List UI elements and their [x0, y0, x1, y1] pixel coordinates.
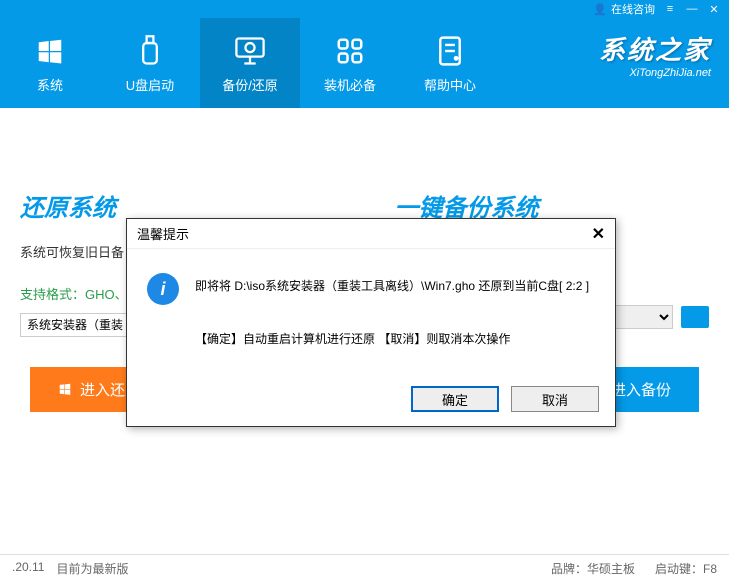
backup-icon [232, 33, 268, 69]
format-value: GHO、 [85, 287, 128, 302]
nav-system[interactable]: 系统 [0, 18, 100, 108]
menu-button[interactable]: ≡ [663, 3, 677, 15]
dialog-close-button[interactable]: ✕ [592, 224, 605, 244]
dialog-message-2: 【确定】自动重启计算机进行还原 【取消】则取消本次操作 [195, 326, 589, 352]
folder-icon[interactable] [681, 306, 709, 328]
dialog-title: 温馨提示 [137, 224, 189, 243]
version-note: 目前为最新版 [56, 560, 128, 577]
minimize-button[interactable]: — [685, 3, 699, 15]
nav-label: 帮助中心 [424, 75, 476, 94]
logo-subtitle: XiTongZhiJia.net [599, 67, 711, 79]
button-label: 进入备份 [611, 379, 671, 400]
help-icon [432, 33, 468, 69]
brand-logo: 系统之家 XiTongZhiJia.net [599, 30, 711, 79]
chat-label: 在线咨询 [611, 1, 655, 17]
dialog-message-1: 即将将 D:\iso系统安装器（重装工具离线）\Win7.gho 还原到当前C盘… [195, 273, 589, 299]
windows-icon [32, 33, 68, 69]
version-number: .20.11 [12, 560, 44, 577]
nav-label: 系统 [37, 75, 63, 94]
online-chat[interactable]: 👤 在线咨询 [593, 1, 655, 17]
brand-info: 品牌：华硕主板 [551, 560, 635, 577]
usb-icon [132, 33, 168, 69]
logo-text: 系统之家 [599, 30, 711, 67]
windows-flag-icon [58, 382, 72, 396]
dialog-ok-button[interactable]: 确定 [411, 386, 499, 412]
chat-icon: 👤 [593, 3, 607, 16]
nav-help[interactable]: 帮助中心 [400, 18, 500, 108]
confirm-dialog: 温馨提示 ✕ i 即将将 D:\iso系统安装器（重装工具离线）\Win7.gh… [126, 218, 616, 427]
format-label: 支持格式： [20, 287, 85, 302]
apps-icon [332, 33, 368, 69]
dialog-cancel-button[interactable]: 取消 [511, 386, 599, 412]
nav-label: 装机必备 [324, 75, 376, 94]
nav-backup-restore[interactable]: 备份/还原 [200, 18, 300, 108]
close-button[interactable]: ✕ [707, 3, 721, 16]
nav-usb[interactable]: U盘启动 [100, 18, 200, 108]
info-icon: i [147, 273, 179, 305]
nav-apps[interactable]: 装机必备 [300, 18, 400, 108]
nav-label: 备份/还原 [222, 75, 278, 94]
bootkey-info: 启动键：F8 [655, 560, 717, 577]
nav-label: U盘启动 [126, 75, 174, 94]
